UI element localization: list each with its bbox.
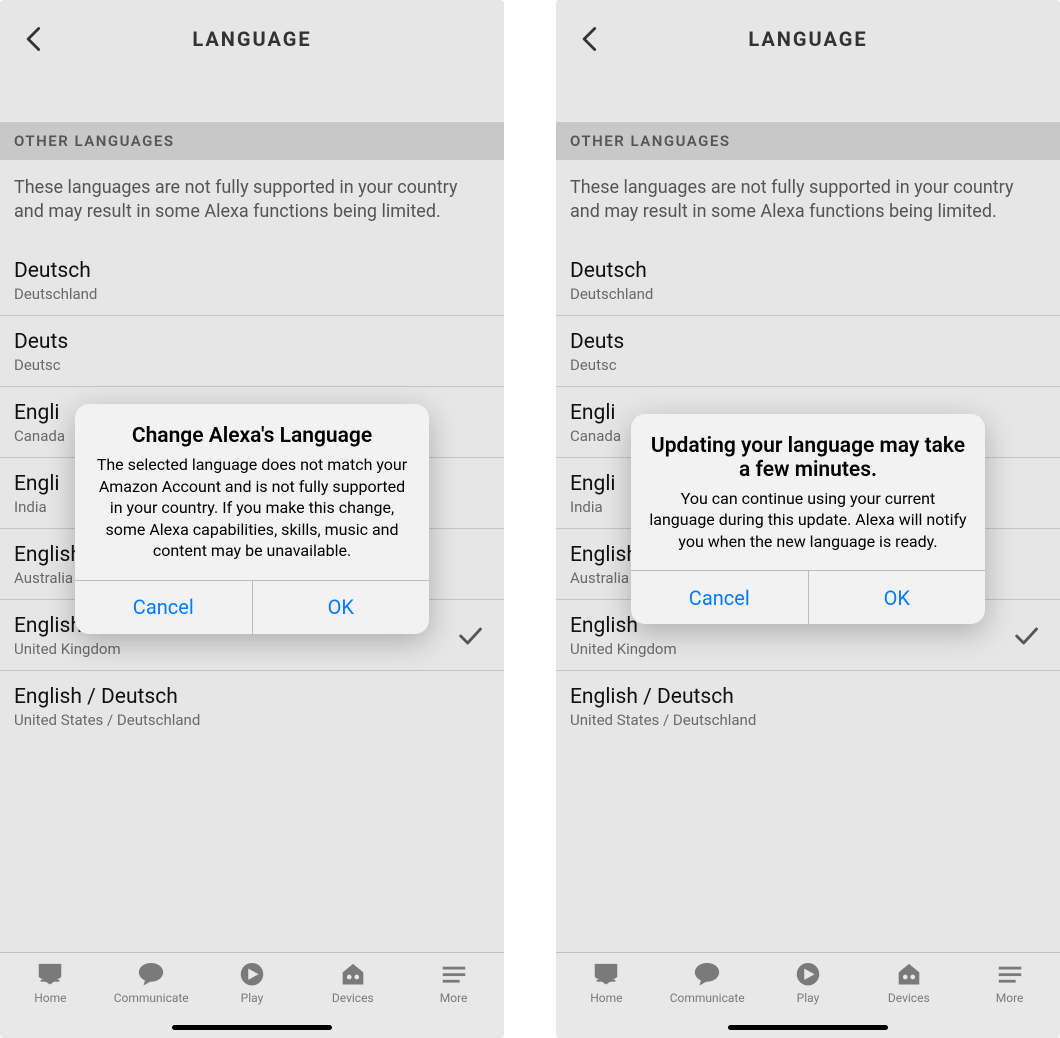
language-item[interactable]: English / Deutsch United States / Deutsc… xyxy=(0,671,504,741)
tab-label: Home xyxy=(590,991,622,1005)
tab-more[interactable]: More xyxy=(965,961,1055,1005)
home-icon xyxy=(591,961,621,987)
language-name: English / Deutsch xyxy=(14,685,490,709)
tab-label: Communicate xyxy=(114,991,189,1005)
language-region: Deutschland xyxy=(570,285,1046,303)
hamburger-icon xyxy=(995,961,1025,987)
dialog-message: The selected language does not match you… xyxy=(93,454,411,562)
language-name: Deuts xyxy=(14,330,490,354)
tab-label: Home xyxy=(34,991,66,1005)
language-name: Deuts xyxy=(570,330,1046,354)
devices-icon xyxy=(338,961,368,987)
tab-label: Devices xyxy=(332,991,374,1005)
tab-play[interactable]: Play xyxy=(763,961,853,1005)
page-title: LANGUAGE xyxy=(192,27,311,51)
language-item[interactable]: Deutsch Deutschland xyxy=(0,245,504,316)
ok-button[interactable]: OK xyxy=(808,571,986,624)
header: LANGUAGE xyxy=(0,0,504,78)
alert-dialog: Change Alexa's Language The selected lan… xyxy=(75,404,429,634)
language-item[interactable]: Deuts Deutsc xyxy=(0,316,504,387)
hamburger-icon xyxy=(439,961,469,987)
back-button[interactable] xyxy=(20,25,48,53)
language-region: United Kingdom xyxy=(570,640,1012,658)
tab-devices[interactable]: Devices xyxy=(308,961,398,1005)
tab-devices[interactable]: Devices xyxy=(864,961,954,1005)
dialog-title: Updating your language may take a few mi… xyxy=(649,434,967,482)
language-region: Deutschland xyxy=(14,285,490,303)
dialog-title: Change Alexa's Language xyxy=(93,424,411,448)
dialog-message: You can continue using your current lang… xyxy=(649,488,967,553)
devices-icon xyxy=(894,961,924,987)
language-name: Deutsch xyxy=(14,259,490,283)
tab-label: More xyxy=(996,991,1024,1005)
tab-home[interactable]: Home xyxy=(561,961,651,1005)
cancel-button[interactable]: Cancel xyxy=(75,581,252,634)
language-region: Deutsc xyxy=(14,356,490,374)
tab-home[interactable]: Home xyxy=(5,961,95,1005)
tab-label: Communicate xyxy=(670,991,745,1005)
language-region: Deutsc xyxy=(570,356,1046,374)
home-indicator[interactable] xyxy=(728,1025,888,1030)
tab-more[interactable]: More xyxy=(409,961,499,1005)
language-item[interactable]: English / Deutsch United States / Deutsc… xyxy=(556,671,1060,741)
chevron-left-icon xyxy=(576,25,604,53)
chat-bubble-icon xyxy=(136,961,166,987)
language-region: United Kingdom xyxy=(14,640,456,658)
tab-label: Play xyxy=(797,991,820,1005)
checkmark-icon xyxy=(456,622,484,650)
header: LANGUAGE xyxy=(556,0,1060,78)
section-header: OTHER LANGUAGES xyxy=(556,122,1060,160)
language-name: English / Deutsch xyxy=(570,685,1046,709)
language-name: Deutsch xyxy=(570,259,1046,283)
play-icon xyxy=(237,961,267,987)
phone-screen-right: LANGUAGE OTHER LANGUAGES These languages… xyxy=(556,0,1060,1038)
tab-bar: Home Communicate Play Devices More xyxy=(556,952,1060,1038)
tab-bar: Home Communicate Play Devices More xyxy=(0,952,504,1038)
ok-button[interactable]: OK xyxy=(252,581,430,634)
home-icon xyxy=(35,961,65,987)
section-description: These languages are not fully supported … xyxy=(0,160,504,245)
tab-label: More xyxy=(440,991,468,1005)
play-icon xyxy=(793,961,823,987)
language-item[interactable]: Deutsch Deutschland xyxy=(556,245,1060,316)
tab-label: Play xyxy=(241,991,264,1005)
language-region: United States / Deutschland xyxy=(570,711,1046,729)
section-description: These languages are not fully supported … xyxy=(556,160,1060,245)
tab-communicate[interactable]: Communicate xyxy=(106,961,196,1005)
chat-bubble-icon xyxy=(692,961,722,987)
cancel-button[interactable]: Cancel xyxy=(631,571,808,624)
tab-communicate[interactable]: Communicate xyxy=(662,961,752,1005)
language-item[interactable]: Deuts Deutsc xyxy=(556,316,1060,387)
page-title: LANGUAGE xyxy=(748,27,867,51)
checkmark-icon xyxy=(1012,622,1040,650)
language-region: United States / Deutschland xyxy=(14,711,490,729)
tab-label: Devices xyxy=(888,991,930,1005)
alert-dialog: Updating your language may take a few mi… xyxy=(631,414,985,625)
tab-play[interactable]: Play xyxy=(207,961,297,1005)
home-indicator[interactable] xyxy=(172,1025,332,1030)
chevron-left-icon xyxy=(20,25,48,53)
phone-screen-left: LANGUAGE OTHER LANGUAGES These languages… xyxy=(0,0,504,1038)
section-header: OTHER LANGUAGES xyxy=(0,122,504,160)
back-button[interactable] xyxy=(576,25,604,53)
